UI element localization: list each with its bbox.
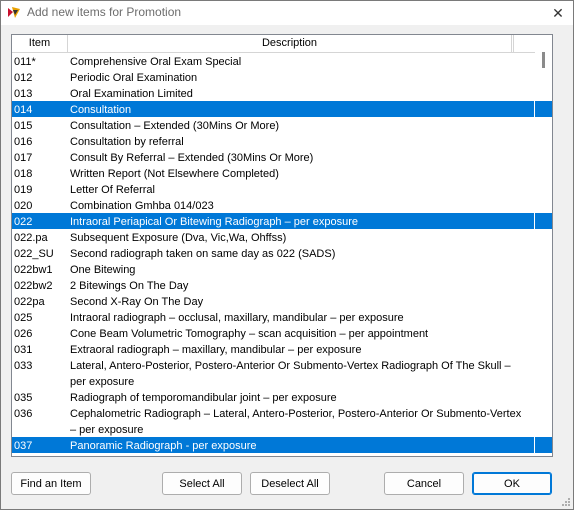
close-icon: ✕ <box>552 5 564 21</box>
table-row[interactable]: 012 Periodic Oral Examination <box>12 69 534 85</box>
table-row[interactable]: 017 Consult By Referral – Extended (30Min… <box>12 149 534 165</box>
table-row[interactable]: 022bw2 2 Bitewings On The Day <box>12 277 534 293</box>
list-header: Item Description <box>12 35 540 53</box>
row-description: Subsequent Exposure (Dva, Vic,Wa, Ohffss… <box>70 232 287 244</box>
row-description: Consultation – Extended (30Mins Or More) <box>70 120 280 132</box>
table-row[interactable]: 035 Radiograph of temporomandibular joint… <box>12 389 534 405</box>
row-description: Extraoral radiograph – maxillary, mandib… <box>70 344 362 356</box>
row-item-code: 033 <box>14 360 33 372</box>
row-description: Consult By Referral – Extended (30Mins O… <box>70 152 314 164</box>
items-list[interactable]: Item Description 011* Comprehensive Oral … <box>11 34 553 457</box>
row-item-code: 037 <box>14 440 33 452</box>
row-description: Periodic Oral Examination <box>70 72 198 84</box>
selection-strip <box>535 101 552 117</box>
row-description: Second X-Ray On The Day <box>70 296 204 308</box>
row-description: Combination Gmhba 014/023 <box>70 200 214 212</box>
row-description: Intraoral Periapical Or Bitewing Radiogr… <box>70 216 358 228</box>
row-item-code: 016 <box>14 136 33 148</box>
row-item-code: 026 <box>14 328 33 340</box>
cancel-button[interactable]: Cancel <box>384 472 464 495</box>
row-description: Panoramic Radiograph - per exposure <box>70 440 257 452</box>
window-title: Add new items for Promotion <box>27 5 182 19</box>
row-description: Consultation <box>70 104 132 116</box>
row-description: Letter Of Referral <box>70 184 155 196</box>
row-item-code: 011* <box>14 56 36 68</box>
row-description: Lateral, Antero-Posterior, Postero-Anter… <box>70 360 511 388</box>
row-description: One Bitewing <box>70 264 136 276</box>
find-item-button[interactable]: Find an Item <box>11 472 91 495</box>
row-description: Cephalometric Radiograph – Lateral, Ante… <box>70 408 522 436</box>
table-row[interactable]: 025 Intraoral radiograph – occlusal, maxi… <box>12 309 534 325</box>
table-row[interactable]: 031 Extraoral radiograph – maxillary, ma… <box>12 341 534 357</box>
dialog-window: Add new items for Promotion ✕ Item Descr… <box>0 0 574 510</box>
row-item-code: 018 <box>14 168 33 180</box>
table-row[interactable]: 022_SU Second radiograph taken on same da… <box>12 245 534 261</box>
table-row[interactable]: 033 Lateral, Antero-Posterior, Postero-An… <box>12 357 534 389</box>
table-row[interactable]: 015 Consultation – Extended (30Mins Or Mo… <box>12 117 534 133</box>
table-row[interactable]: 016 Consultation by referral <box>12 133 534 149</box>
row-description: Cone Beam Volumetric Tomography – scan a… <box>70 328 429 340</box>
row-item-code: 020 <box>14 200 33 212</box>
table-row[interactable]: 019 Letter Of Referral <box>12 181 534 197</box>
vertical-scrollbar[interactable] <box>535 35 552 456</box>
row-description: Oral Examination Limited <box>70 88 193 100</box>
table-row[interactable]: 022 Intraoral Periapical Or Bitewing Radi… <box>12 213 534 229</box>
row-item-code: 012 <box>14 72 33 84</box>
deselect-all-button[interactable]: Deselect All <box>250 472 330 495</box>
row-item-code: 022pa <box>14 296 45 308</box>
row-item-code: 015 <box>14 120 33 132</box>
row-item-code: 022.pa <box>14 232 48 244</box>
table-row[interactable]: 018 Written Report (Not Elsewhere Complet… <box>12 165 534 181</box>
row-item-code: 025 <box>14 312 33 324</box>
row-item-code: 019 <box>14 184 33 196</box>
row-item-code: 031 <box>14 344 33 356</box>
row-item-code: 022bw2 <box>14 280 53 292</box>
list-rows: 011* Comprehensive Oral Exam Special 012 Pe… <box>12 53 534 456</box>
row-item-code: 038 <box>14 453 68 456</box>
resize-grip-icon[interactable] <box>561 497 571 507</box>
row-description: Hand-Wrist Radiograph for skeletal age a… <box>70 453 525 456</box>
column-header-description[interactable]: Description <box>68 35 512 52</box>
row-item-code: 036 <box>14 408 33 420</box>
row-item-code: 013 <box>14 88 33 100</box>
row-item-code: 022 <box>14 216 33 228</box>
row-description: Comprehensive Oral Exam Special <box>70 56 242 68</box>
row-description: Consultation by referral <box>70 136 184 148</box>
select-all-button[interactable]: Select All <box>162 472 242 495</box>
row-item-code: 014 <box>14 104 33 116</box>
table-row[interactable]: 037 Panoramic Radiograph - per exposure <box>12 437 534 453</box>
column-header-item[interactable]: Item <box>12 35 68 52</box>
row-description: Intraoral radiograph – occlusal, maxilla… <box>70 312 404 324</box>
table-row[interactable]: 038Hand-Wrist Radiograph for skeletal ag… <box>12 453 534 456</box>
row-item-code: 022bw1 <box>14 264 53 276</box>
row-item-code: 035 <box>14 392 33 404</box>
table-row[interactable]: 011* Comprehensive Oral Exam Special <box>12 53 534 69</box>
row-item-code: 017 <box>14 152 33 164</box>
table-row[interactable]: 014 Consultation <box>12 101 534 117</box>
app-icon <box>8 7 20 18</box>
selection-strip <box>535 437 552 453</box>
title-bar[interactable]: Add new items for Promotion ✕ <box>1 1 573 25</box>
table-row[interactable]: 022pa Second X-Ray On The Day <box>12 293 534 309</box>
row-item-code: 022_SU <box>14 248 54 260</box>
row-description: Written Report (Not Elsewhere Completed) <box>70 168 279 180</box>
table-row[interactable]: 020 Combination Gmhba 014/023 <box>12 197 534 213</box>
row-description: Second radiograph taken on same day as 0… <box>70 248 336 260</box>
row-description: 2 Bitewings On The Day <box>70 280 189 292</box>
table-row[interactable]: 022bw1 One Bitewing <box>12 261 534 277</box>
close-button[interactable]: ✕ <box>543 1 573 25</box>
column-header-divider <box>512 35 514 52</box>
table-row[interactable]: 013 Oral Examination Limited <box>12 85 534 101</box>
table-row[interactable]: 022.pa Subsequent Exposure (Dva, Vic,Wa, … <box>12 229 534 245</box>
scrollbar-thumb[interactable] <box>542 52 545 68</box>
table-row[interactable]: 026 Cone Beam Volumetric Tomography – sca… <box>12 325 534 341</box>
table-row[interactable]: 036 Cephalometric Radiograph – Lateral, A… <box>12 405 534 437</box>
ok-button[interactable]: OK <box>472 472 552 495</box>
row-description: Radiograph of temporomandibular joint – … <box>70 392 337 404</box>
selection-strip <box>535 213 552 229</box>
